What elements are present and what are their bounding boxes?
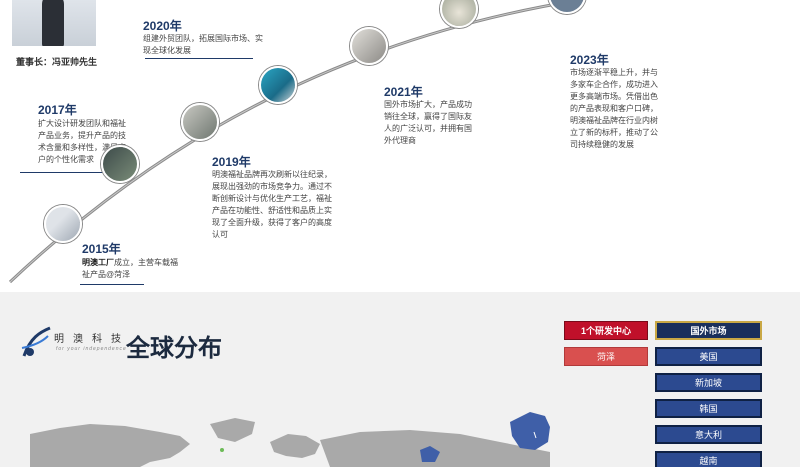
brand-name: 明澳科技 [54, 334, 130, 345]
italy-marker-icon [220, 448, 224, 452]
desc-2020: 组建外贸团队，拓展国际市场、实 现全球化发展 [143, 34, 263, 55]
year-2020: 2020年 [143, 19, 182, 33]
market-singapore: 新加坡 [655, 373, 762, 392]
divider-2020 [145, 58, 253, 59]
section-title: 全球分布 [126, 335, 222, 362]
divider-2015 [80, 284, 144, 285]
desc-2023: 市场逐渐平稳上升，并与 多家车企合作，成功进入 更多高端市场。凭借出色 的产品表… [570, 68, 658, 149]
year-2015: 2015年 [82, 242, 121, 256]
rd-center-heze: 菏泽 [564, 347, 648, 366]
year-2017: 2017年 [38, 103, 77, 117]
desc-2019: 明澳福祉品牌再次刷新以往纪录， 展现出强劲的市场竞争力。通过不 断创新设计与优化… [212, 170, 332, 239]
global-distribution-section: 明澳科技 for your independence 全球分布 1个研发中心 菏… [0, 292, 800, 467]
timeline-photo-2021 [350, 27, 388, 65]
rd-center-header: 1个研发中心 [564, 321, 648, 340]
timeline-photo-2017 [101, 145, 139, 183]
history-timeline: 董事长：冯亚帅先生 2020年 组建外贸团队，拓展国际市场、实 现全球化发展 2… [0, 0, 800, 292]
overseas-market-header: 国外市场 [655, 321, 762, 340]
year-2023: 2023年 [570, 53, 609, 67]
timeline-photo-2020 [259, 66, 297, 104]
company-logo-icon [21, 326, 51, 357]
year-2021: 2021年 [384, 85, 423, 99]
brand-slogan: for your independence [56, 346, 127, 352]
world-map [30, 412, 550, 467]
market-korea: 韩国 [655, 399, 762, 418]
timeline-photo-2015 [44, 205, 82, 243]
desc-2015: 明澳工厂成立，主营车载福 祉产品@菏泽 [82, 258, 178, 279]
chairman-caption: 董事长：冯亚帅先生 [16, 57, 98, 67]
market-italy: 意大利 [655, 425, 762, 444]
timeline-photo-2019 [181, 103, 219, 141]
market-vietnam: 越南 [655, 451, 762, 467]
market-usa: 美国 [655, 347, 762, 366]
chairman-photo [12, 0, 96, 46]
desc-2021: 国外市场扩大，产品成功 销往全球，赢得了国际友 人的广泛认可，并拥有国 外代理商 [384, 100, 472, 145]
year-2019: 2019年 [212, 155, 251, 169]
